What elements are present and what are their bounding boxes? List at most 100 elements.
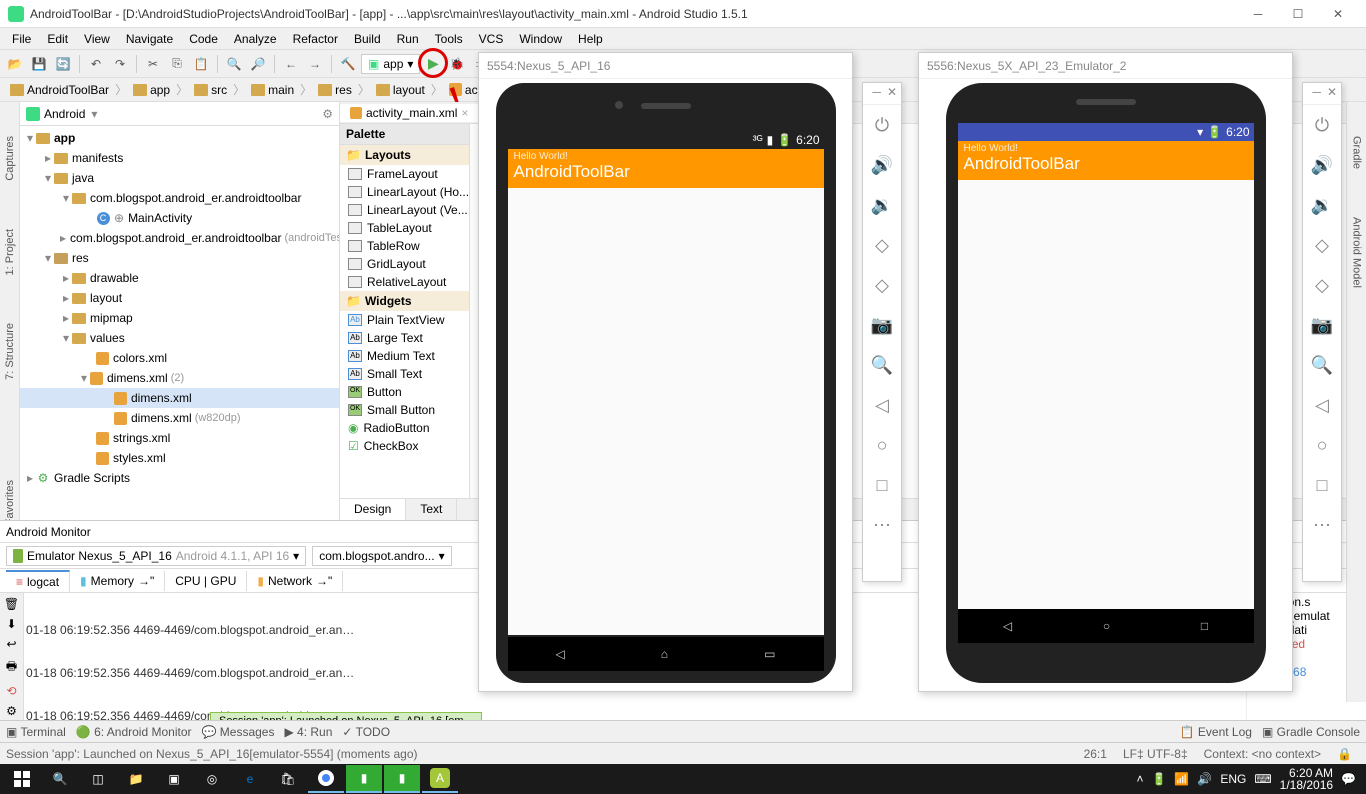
tray-lang[interactable]: ENG <box>1220 772 1246 786</box>
volume-down-icon[interactable]: 🔉 <box>1304 185 1340 225</box>
paste-icon[interactable]: 📋 <box>190 53 212 75</box>
scroll-end-icon[interactable]: ⬇ <box>6 617 16 631</box>
overview-nav-icon[interactable]: □ <box>1304 465 1340 505</box>
tab-android-model[interactable]: Android Model <box>1349 213 1365 292</box>
breadcrumb-src[interactable]: src <box>190 82 231 98</box>
close-button[interactable]: ✕ <box>1318 4 1358 24</box>
palette-smallbutton[interactable]: OKSmall Button <box>340 401 469 419</box>
undo-icon[interactable]: ↶ <box>85 53 107 75</box>
tab-event-log[interactable]: 📋 Event Log <box>1180 725 1252 739</box>
chrome-beta-icon[interactable]: ◎ <box>194 765 230 793</box>
overview-nav-icon[interactable]: □ <box>864 465 900 505</box>
palette-gridlayout[interactable]: GridLayout <box>340 255 469 273</box>
tab-project[interactable]: 1: Project <box>2 225 18 279</box>
home-nav-icon[interactable]: ○ <box>864 425 900 465</box>
rotate-left-icon[interactable]: ◇ <box>864 225 900 265</box>
tab-gradle-console[interactable]: ▣ Gradle Console <box>1262 725 1360 739</box>
menu-help[interactable]: Help <box>570 30 611 48</box>
redo-icon[interactable]: ↷ <box>109 53 131 75</box>
tab-structure[interactable]: 7: Structure <box>2 319 18 384</box>
run-config-dropdown[interactable]: ▣ app ▾ <box>361 54 420 74</box>
palette-tablerow[interactable]: TableRow <box>340 237 469 255</box>
palette-largetext[interactable]: AbLarge Text <box>340 329 469 347</box>
maximize-button[interactable]: ☐ <box>1278 4 1318 24</box>
palette-radiobutton[interactable]: ◉RadioButton <box>340 419 469 437</box>
notifications-icon[interactable]: 💬 <box>1341 772 1356 786</box>
text-tab[interactable]: Text <box>406 499 457 520</box>
palette-linearlayout-v[interactable]: LinearLayout (Ve... <box>340 201 469 219</box>
back-nav-icon[interactable]: ◁ <box>864 385 900 425</box>
tab-memory[interactable]: ▮Memory →" <box>70 571 165 591</box>
breadcrumb-root[interactable]: AndroidToolBar <box>6 82 113 98</box>
n5x-navbar[interactable]: ◁ ○ □ <box>958 609 1254 643</box>
emulator-nexus5-title[interactable]: 5554:Nexus_5_API_16 <box>479 53 852 79</box>
home-icon[interactable]: ⌂ <box>661 647 668 661</box>
screenshot-icon[interactable]: 📷 <box>864 305 900 345</box>
system-tray[interactable]: ˄ 🔋 📶 🔊 ENG ⌨ 6:20 AM 1/18/2016 💬 <box>1136 767 1362 791</box>
tab-terminal[interactable]: ▣ Terminal <box>6 725 66 739</box>
print-icon[interactable]: 🖶 <box>6 657 17 678</box>
recents-icon[interactable]: ▭ <box>764 647 775 661</box>
menu-refactor[interactable]: Refactor <box>285 30 346 48</box>
power-icon[interactable]: ⏻ <box>1304 105 1340 145</box>
forward-icon[interactable]: → <box>304 53 326 75</box>
task-view-icon[interactable]: ◫ <box>80 765 116 793</box>
volume-up-icon[interactable]: 🔊 <box>1304 145 1340 185</box>
find-icon[interactable]: 🔍 <box>223 53 245 75</box>
search-icon[interactable]: 🔍 <box>42 765 78 793</box>
emulator-nexus5-window[interactable]: 5554:Nexus_5_API_16 ³ᴳ▮🔋6:20 Hello World… <box>478 52 853 692</box>
zoom-icon[interactable]: 🔍 <box>1304 345 1340 385</box>
more-icon[interactable]: ⋯ <box>864 505 900 545</box>
rotate-left-icon[interactable]: ◇ <box>1304 225 1340 265</box>
em-minimize-icon[interactable]: ─ <box>872 85 881 102</box>
tab-gradle[interactable]: Gradle <box>1349 132 1365 173</box>
breadcrumb-layout[interactable]: layout <box>372 82 429 98</box>
more-icon[interactable]: ⋯ <box>1304 505 1340 545</box>
process-dropdown[interactable]: com.blogspot.andro...▾ <box>312 546 451 566</box>
menu-run[interactable]: Run <box>389 30 427 48</box>
tray-chevron-icon[interactable]: ˄ <box>1136 772 1143 786</box>
tab-todo[interactable]: ✓ TODO <box>342 725 390 739</box>
tab-captures[interactable]: Captures <box>2 132 18 185</box>
back-icon[interactable]: ◁ <box>1003 619 1012 633</box>
emulator-nexus5x-window[interactable]: 5556:Nexus_5X_API_23_Emulator_2 ▾🔋6:20 H… <box>918 52 1293 692</box>
soft-wrap-icon[interactable]: ↩ <box>6 637 16 651</box>
volume-up-icon[interactable]: 🔊 <box>864 145 900 185</box>
breadcrumb-main[interactable]: main <box>247 82 298 98</box>
minimize-button[interactable]: ─ <box>1238 4 1278 24</box>
palette-linearlayout-h[interactable]: LinearLayout (Ho... <box>340 183 469 201</box>
replace-icon[interactable]: 🔎 <box>247 53 269 75</box>
sync-icon[interactable]: 🔄 <box>52 53 74 75</box>
tab-cpu[interactable]: CPU | GPU <box>165 571 247 591</box>
palette-tablelayout[interactable]: TableLayout <box>340 219 469 237</box>
em-close-icon[interactable]: ✕ <box>1327 85 1337 102</box>
menu-tools[interactable]: Tools <box>427 30 471 48</box>
close-tab-icon[interactable]: × <box>461 106 468 120</box>
emulator1-task-icon[interactable]: ▮ <box>346 765 382 793</box>
palette-group-widgets[interactable]: 📁Widgets <box>340 291 469 311</box>
edge-icon[interactable]: e <box>232 765 268 793</box>
menu-build[interactable]: Build <box>346 30 389 48</box>
home-nav-icon[interactable]: ○ <box>1304 425 1340 465</box>
settings-icon[interactable]: ⚙ <box>6 704 17 718</box>
tray-keyboard-icon[interactable]: ⌨ <box>1254 772 1271 786</box>
n5-navbar[interactable]: ◁ ⌂ ▭ <box>508 637 824 671</box>
breadcrumb-res[interactable]: res <box>314 82 356 98</box>
tab-logcat[interactable]: ≡logcat <box>6 570 70 592</box>
screenshot-icon[interactable]: 📷 <box>1304 305 1340 345</box>
project-view-selector[interactable]: Android ▾ ⚙ <box>20 102 339 126</box>
project-settings-icon[interactable]: ⚙ <box>322 107 333 121</box>
back-icon[interactable]: ◁ <box>556 647 565 661</box>
menu-edit[interactable]: Edit <box>39 30 76 48</box>
rotate-right-icon[interactable]: ◇ <box>864 265 900 305</box>
tray-volume-icon[interactable]: 🔊 <box>1197 772 1212 786</box>
home-icon[interactable]: ○ <box>1103 619 1110 633</box>
palette-textview[interactable]: AbPlain TextView <box>340 311 469 329</box>
menu-view[interactable]: View <box>76 30 118 48</box>
palette-relativelayout[interactable]: RelativeLayout <box>340 273 469 291</box>
palette-checkbox[interactable]: ☑CheckBox <box>340 437 469 455</box>
palette-smalltext[interactable]: AbSmall Text <box>340 365 469 383</box>
save-icon[interactable]: 💾 <box>28 53 50 75</box>
project-tree[interactable]: ▾app ▸manifests ▾java ▾com.blogspot.andr… <box>20 126 339 520</box>
volume-down-icon[interactable]: 🔉 <box>864 185 900 225</box>
